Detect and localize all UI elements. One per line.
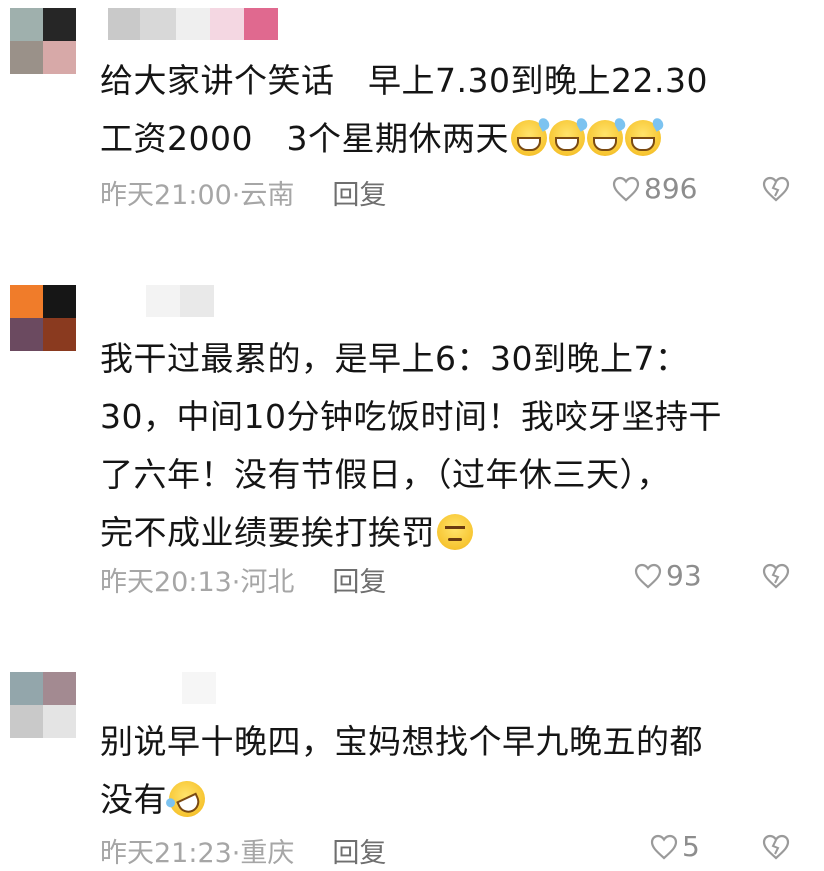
comment-text: 别说早十晚四，宝妈想找个早九晚五的都 没有 (100, 713, 800, 829)
comment-text-line-content: 完不成业绩要挨打挨罚 (100, 513, 435, 552)
comment-meta: 昨天21:00·云南 回复 896 (100, 172, 800, 212)
sweat-smile-emoji-icon (510, 120, 547, 156)
username-redacted[interactable] (182, 672, 216, 704)
broken-heart-outline-icon[interactable] (762, 563, 790, 589)
smirk-emoji-icon (437, 514, 473, 550)
broken-heart-outline-icon[interactable] (762, 834, 790, 860)
comment-text-line-content: 工资2000 3个星期休两天 (100, 119, 509, 158)
avatar[interactable] (10, 285, 76, 351)
username-redacted[interactable] (108, 8, 278, 40)
like-button[interactable]: 896 (612, 172, 697, 205)
comment-text-line: 工资2000 3个星期休两天 (100, 110, 800, 168)
comment-text-line: 完不成业绩要挨打挨罚 (100, 504, 800, 562)
comment-meta: 昨天20:13·河北 回复 93 (100, 559, 800, 599)
like-button[interactable]: 93 (634, 559, 702, 592)
comment-text-line: 没有 (100, 771, 800, 829)
comment-meta: 昨天21:23·重庆 回复 5 (100, 830, 800, 870)
like-button[interactable]: 5 (650, 830, 700, 863)
heart-outline-icon (612, 176, 640, 201)
broken-heart-outline-icon[interactable] (762, 176, 790, 202)
comment-text: 我干过最累的，是早上6：30到晚上7： 30，中间10分钟吃饭时间！我咬牙坚持干… (100, 330, 800, 562)
like-count: 896 (644, 172, 698, 205)
comment-text-line: 30，中间10分钟吃饭时间！我咬牙坚持干 (100, 397, 722, 436)
avatar[interactable] (10, 8, 76, 74)
time-location: 昨天21:00·云南 (100, 179, 295, 211)
time-location: 昨天21:23·重庆 (100, 837, 295, 869)
comment-text-line: 给大家讲个笑话 早上7.30到晚上22.30 (100, 61, 708, 100)
comment-text-line: 我干过最累的，是早上6：30到晚上7： (100, 339, 689, 378)
comment-text: 给大家讲个笑话 早上7.30到晚上22.30 工资2000 3个星期休两天 (100, 52, 800, 168)
like-count: 93 (666, 559, 702, 592)
username-redacted[interactable] (146, 285, 214, 317)
comment-text-line-content: 没有 (100, 780, 167, 819)
avatar[interactable] (10, 672, 76, 738)
sweat-smile-emoji-icon (586, 120, 623, 156)
comment-text-line: 了六年！没有节假日，（过年休三天）， (100, 455, 670, 494)
time-location: 昨天20:13·河北 (100, 566, 295, 598)
sweat-smile-emoji-icon (548, 120, 585, 156)
heart-outline-icon (634, 563, 662, 588)
reply-button[interactable]: 回复 (332, 831, 386, 870)
heart-outline-icon (650, 834, 678, 859)
rolling-on-floor-laughing-emoji-icon (163, 775, 211, 823)
sweat-smile-emoji-icon (624, 120, 661, 156)
like-count: 5 (682, 830, 700, 863)
reply-button[interactable]: 回复 (332, 560, 386, 599)
reply-button[interactable]: 回复 (332, 173, 386, 212)
comment-text-line: 别说早十晚四，宝妈想找个早九晚五的都 (100, 722, 703, 761)
